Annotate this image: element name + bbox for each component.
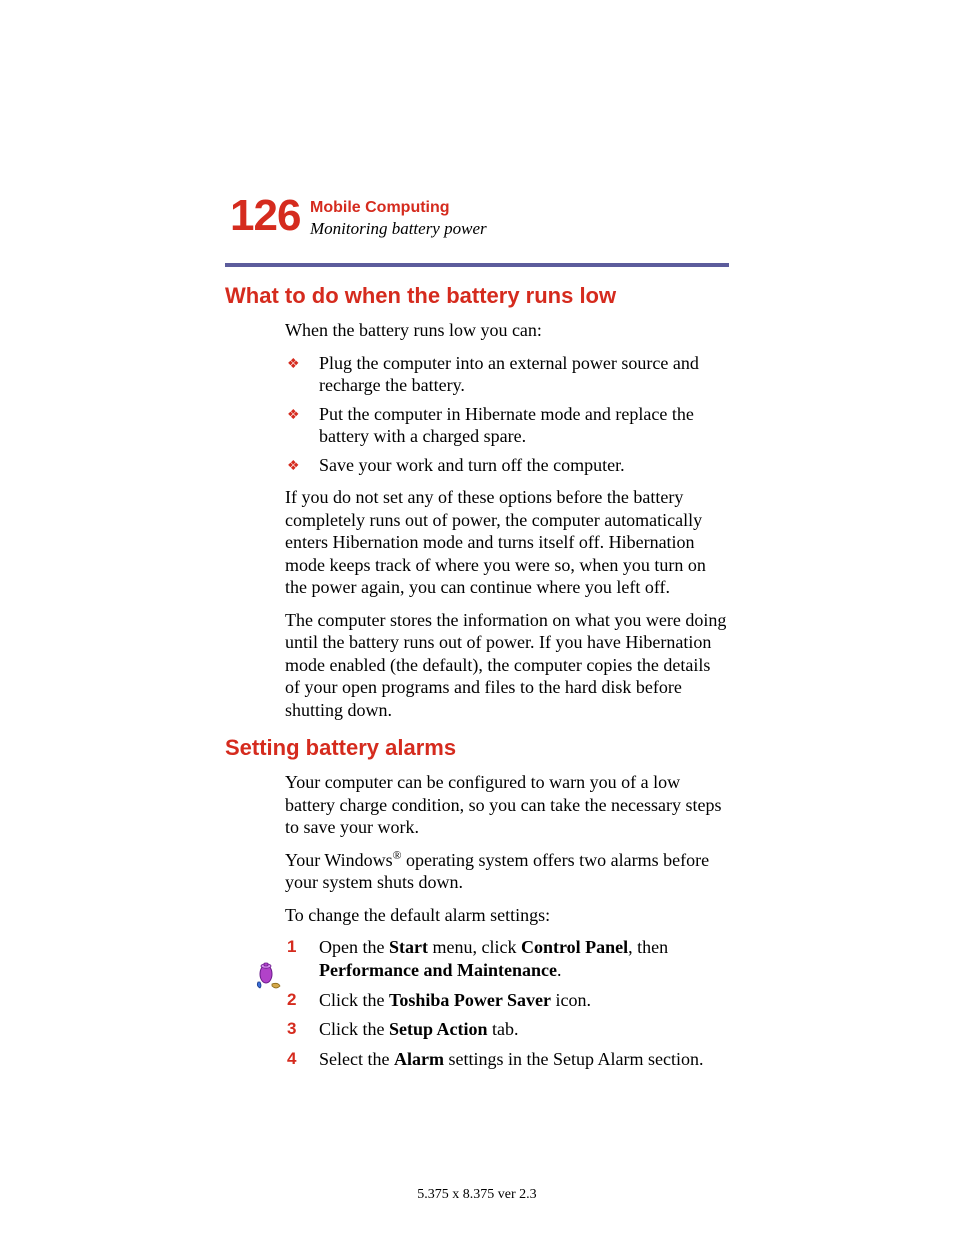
ui-term: Setup Action: [389, 1019, 488, 1039]
diamond-bullet-icon: ❖: [287, 407, 300, 425]
step-number: 3: [287, 1018, 296, 1040]
chapter-title: Mobile Computing: [310, 199, 729, 217]
section2-body: Your computer can be configured to warn …: [285, 771, 729, 1071]
paragraph: To change the default alarm settings:: [285, 904, 729, 927]
page-number: 126: [230, 191, 300, 241]
ui-term: Alarm: [394, 1049, 444, 1069]
text-fragment: Open the: [319, 937, 389, 957]
section-subtitle: Monitoring battery power: [310, 219, 729, 239]
paragraph: The computer stores the information on w…: [285, 609, 729, 722]
step-number: 4: [287, 1048, 296, 1070]
text-fragment: menu, click: [428, 937, 521, 957]
ui-term: Toshiba Power Saver: [389, 990, 551, 1010]
list-item: 2 Click the Toshiba Power Saver icon.: [285, 989, 729, 1012]
ui-term: Start: [389, 937, 428, 957]
bullet-text: Put the computer in Hibernate mode and r…: [319, 404, 694, 447]
ui-term: Performance and Maintenance: [319, 960, 557, 980]
text-fragment: , then: [628, 937, 668, 957]
text-fragment: Click the: [319, 1019, 389, 1039]
list-item: 1 Open the Start menu, click Control Pan…: [285, 936, 729, 983]
numbered-list: 1 Open the Start menu, click Control Pan…: [285, 936, 729, 1071]
header-text: Mobile Computing Monitoring battery powe…: [310, 195, 729, 239]
bullet-list: ❖ Plug the computer into an external pow…: [285, 352, 729, 477]
intro-text: When the battery runs low you can:: [285, 319, 729, 342]
list-item: ❖ Plug the computer into an external pow…: [285, 352, 729, 397]
registered-mark: ®: [393, 849, 402, 862]
text-fragment: .: [557, 960, 562, 980]
bullet-text: Plug the computer into an external power…: [319, 353, 699, 396]
list-item: 4 Select the Alarm settings in the Setup…: [285, 1048, 729, 1071]
heading-battery-alarms: Setting battery alarms: [225, 735, 729, 761]
diamond-bullet-icon: ❖: [287, 458, 300, 476]
running-header: 126 Mobile Computing Monitoring battery …: [225, 195, 729, 239]
text-fragment: icon.: [551, 990, 591, 1010]
paragraph: If you do not set any of these options b…: [285, 486, 729, 599]
paragraph: Your Windows® operating system offers tw…: [285, 849, 729, 894]
text-fragment: Click the: [319, 990, 389, 1010]
step-number: 2: [287, 989, 296, 1011]
header-rule: [225, 263, 729, 267]
text-fragment: tab.: [488, 1019, 519, 1039]
power-saver-icon: [254, 960, 286, 997]
footer-text: 5.375 x 8.375 ver 2.3: [0, 1187, 954, 1203]
list-item: ❖ Put the computer in Hibernate mode and…: [285, 403, 729, 448]
list-item: ❖ Save your work and turn off the comput…: [285, 454, 729, 477]
section1-body: When the battery runs low you can: ❖ Plu…: [285, 319, 729, 721]
list-item: 3 Click the Setup Action tab.: [285, 1018, 729, 1041]
ui-term: Control Panel: [521, 937, 628, 957]
page-content: 126 Mobile Computing Monitoring battery …: [0, 0, 954, 1071]
text-fragment: settings in the Setup Alarm section.: [444, 1049, 703, 1069]
bullet-text: Save your work and turn off the computer…: [319, 455, 625, 475]
heading-battery-low: What to do when the battery runs low: [225, 283, 729, 309]
text-fragment: Select the: [319, 1049, 394, 1069]
step-number: 1: [287, 936, 296, 958]
text-fragment: Your Windows: [285, 850, 393, 870]
paragraph: Your computer can be configured to warn …: [285, 771, 729, 839]
diamond-bullet-icon: ❖: [287, 356, 300, 374]
